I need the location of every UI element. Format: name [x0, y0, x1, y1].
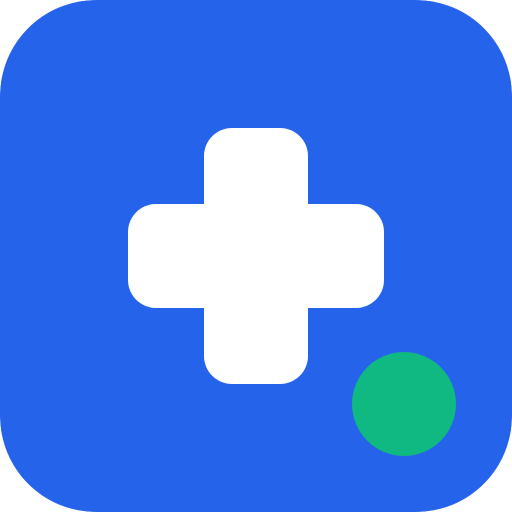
- cross-horizontal-bar: [128, 204, 384, 308]
- app-icon: [0, 0, 512, 512]
- app-icon-graphic: [0, 0, 512, 512]
- status-dot-icon: [352, 352, 456, 456]
